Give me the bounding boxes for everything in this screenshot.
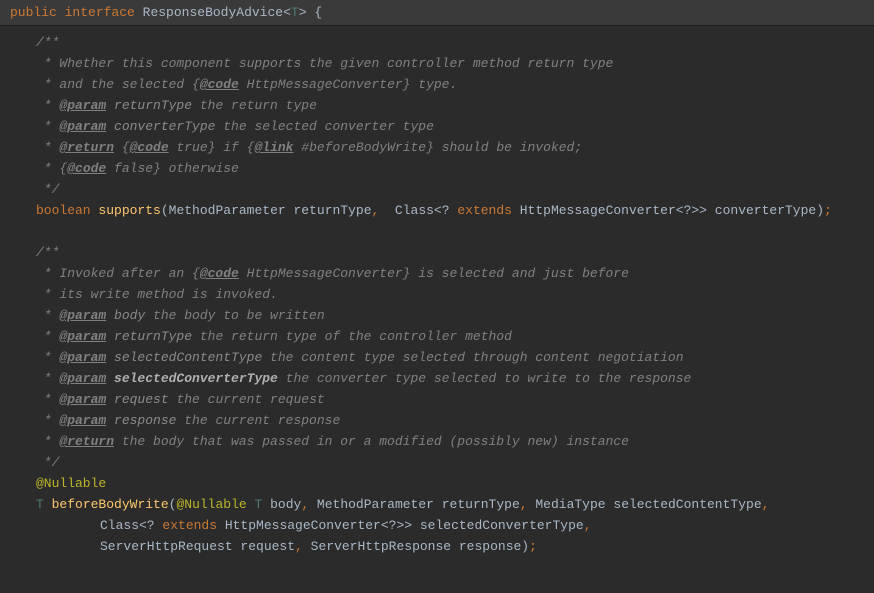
method-name: supports bbox=[98, 203, 160, 218]
code-body[interactable]: /** * Whether this component supports th… bbox=[0, 26, 874, 557]
param-name: selectedConverterType bbox=[106, 371, 278, 386]
param: MethodParameter returnType bbox=[309, 497, 520, 512]
javadoc-start: /** bbox=[36, 35, 59, 50]
param-desc: the current response bbox=[176, 413, 340, 428]
gt: > bbox=[299, 5, 307, 20]
param-type: T bbox=[247, 497, 263, 512]
code-tag: @code bbox=[67, 161, 106, 176]
kw-extends: extends bbox=[457, 203, 512, 218]
param-tag: @param bbox=[59, 98, 106, 113]
param: ServerHttpRequest request bbox=[100, 539, 295, 554]
nullable-annotation: @Nullable bbox=[36, 476, 106, 491]
param: body bbox=[262, 497, 301, 512]
javadoc-line: { bbox=[114, 140, 130, 155]
javadoc-line: * bbox=[36, 392, 59, 407]
param-name: request bbox=[106, 392, 168, 407]
link-tag: @link bbox=[254, 140, 293, 155]
brace: { bbox=[307, 5, 323, 20]
javadoc-line: * bbox=[36, 308, 59, 323]
nullable-annotation: @Nullable bbox=[176, 497, 246, 512]
method-name: beforeBodyWrite bbox=[52, 497, 169, 512]
param-tag: @param bbox=[59, 350, 106, 365]
lparen: ( bbox=[161, 203, 169, 218]
lt: < bbox=[283, 5, 291, 20]
comma: , bbox=[372, 203, 388, 218]
javadoc-line: HttpMessageConverter} type. bbox=[239, 77, 457, 92]
param-tag: @param bbox=[59, 329, 106, 344]
param-name: returnType bbox=[106, 329, 192, 344]
comma: , bbox=[295, 539, 303, 554]
return-type: boolean bbox=[36, 203, 91, 218]
javadoc-line: * bbox=[36, 371, 59, 386]
interface-decl[interactable]: public interface ResponseBodyAdvice<T> { bbox=[10, 5, 322, 20]
param: Class<? bbox=[100, 518, 162, 533]
param: ServerHttpResponse response) bbox=[303, 539, 529, 554]
semicolon: ; bbox=[824, 203, 832, 218]
javadoc-line: * bbox=[36, 98, 59, 113]
return-type: T bbox=[36, 497, 44, 512]
param: HttpMessageConverter<?>> selectedConvert… bbox=[217, 518, 584, 533]
param-name: converterType bbox=[106, 119, 215, 134]
comma: , bbox=[301, 497, 309, 512]
param-tag: @param bbox=[59, 392, 106, 407]
javadoc-end: */ bbox=[36, 182, 59, 197]
code-tag: @code bbox=[200, 266, 239, 281]
param: MediaType selectedContentType bbox=[528, 497, 762, 512]
code-tag: @code bbox=[130, 140, 169, 155]
param-desc: the return type of the controller method bbox=[192, 329, 512, 344]
param-name: body bbox=[106, 308, 145, 323]
javadoc-line: * bbox=[36, 434, 59, 449]
param-name: selectedContentType bbox=[106, 350, 262, 365]
method-beforeBodyWrite: T beforeBodyWrite(@Nullable T body, Meth… bbox=[0, 494, 874, 515]
param-name: response bbox=[106, 413, 176, 428]
javadoc-line: * { bbox=[36, 161, 67, 176]
javadoc-line: * Invoked after an { bbox=[36, 266, 200, 281]
javadoc-line: * its write method is invoked. bbox=[36, 287, 278, 302]
kw-interface: interface bbox=[65, 5, 135, 20]
javadoc-line: false} otherwise bbox=[106, 161, 239, 176]
comma: , bbox=[520, 497, 528, 512]
javadoc-line: * and the selected { bbox=[36, 77, 200, 92]
javadoc-line: HttpMessageConverter} is selected and ju… bbox=[239, 266, 629, 281]
semicolon: ; bbox=[529, 539, 537, 554]
javadoc-line: * bbox=[36, 350, 59, 365]
comma: , bbox=[584, 518, 592, 533]
interface-name: ResponseBodyAdvice bbox=[143, 5, 283, 20]
param-desc: the selected converter type bbox=[215, 119, 433, 134]
comma: , bbox=[762, 497, 770, 512]
param: Class<? bbox=[387, 203, 457, 218]
param-tag: @param bbox=[59, 308, 106, 323]
javadoc-line: * Whether this component supports the gi… bbox=[36, 56, 613, 71]
param-desc: the converter type selected to write to … bbox=[278, 371, 691, 386]
param-name: returnType bbox=[106, 98, 192, 113]
javadoc-end: */ bbox=[36, 455, 59, 470]
param-type: MethodParameter bbox=[169, 203, 286, 218]
param: returnType bbox=[286, 203, 372, 218]
return-tag: @return bbox=[59, 434, 114, 449]
kw-public: public bbox=[10, 5, 57, 20]
javadoc-line: * bbox=[36, 413, 59, 428]
param-tag: @param bbox=[59, 413, 106, 428]
javadoc-line: * bbox=[36, 329, 59, 344]
kw-extends: extends bbox=[162, 518, 217, 533]
method-supports: boolean supports(MethodParameter returnT… bbox=[0, 200, 874, 221]
param-tag: @param bbox=[59, 119, 106, 134]
return-desc: the body that was passed in or a modifie… bbox=[114, 434, 629, 449]
param-desc: the return type bbox=[192, 98, 317, 113]
param-desc: the content type selected through conten… bbox=[262, 350, 683, 365]
param-tag: @param bbox=[59, 371, 106, 386]
code-tag: @code bbox=[200, 77, 239, 92]
javadoc-line: #beforeBodyWrite} should be invoked; bbox=[293, 140, 582, 155]
javadoc-line: * bbox=[36, 119, 59, 134]
param-desc: the body to be written bbox=[145, 308, 324, 323]
param-desc: the current request bbox=[169, 392, 325, 407]
javadoc-line: true} if { bbox=[169, 140, 255, 155]
type-param: T bbox=[291, 5, 299, 20]
declaration-line: public interface ResponseBodyAdvice<T> { bbox=[0, 0, 874, 26]
return-tag: @return bbox=[59, 140, 114, 155]
javadoc-line: * bbox=[36, 140, 59, 155]
param: HttpMessageConverter<?>> converterType) bbox=[512, 203, 824, 218]
javadoc-start: /** bbox=[36, 245, 59, 260]
